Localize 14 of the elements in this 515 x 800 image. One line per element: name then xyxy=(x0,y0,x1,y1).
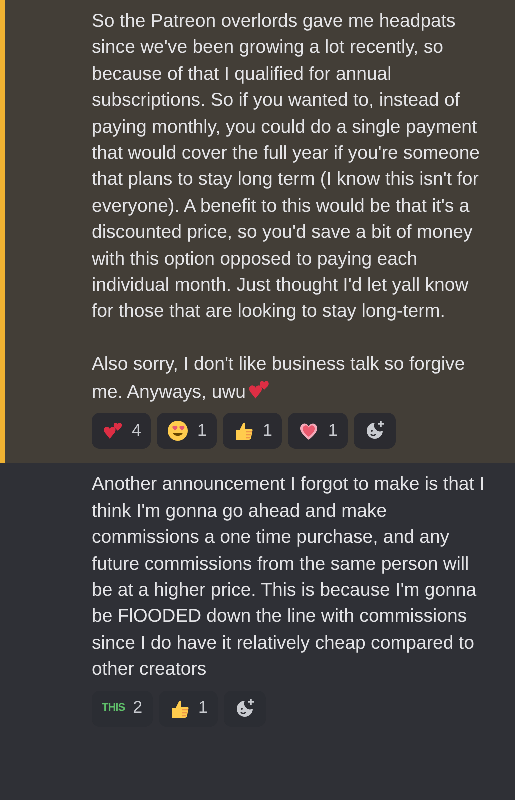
heart-eyes-face-icon xyxy=(167,420,190,442)
this-emoji: THIS xyxy=(102,701,126,716)
reaction-button[interactable]: 1 xyxy=(222,413,282,450)
reaction-button[interactable]: THIS 2 xyxy=(92,690,153,727)
message-text: Another announcement I forgot to make is that I think I'm gonna go ahead and make commissions a one time purchase, and any future commissions from the same person will be at a higher price. This is because I'm gonna be FlOODED down the line with commissions since I do have it relatively cheap compared to other creators xyxy=(92,472,486,682)
add-reaction-button[interactable] xyxy=(224,690,266,727)
add-reaction-button[interactable] xyxy=(354,413,396,450)
add-reaction-icon xyxy=(234,698,256,720)
reaction-button[interactable]: 4 xyxy=(92,413,152,450)
reaction-button[interactable]: 1 xyxy=(158,690,218,727)
reaction-button[interactable]: 1 xyxy=(288,413,348,450)
message-text: So the Patreon overlords gave me headpats since we've been growing a lot recently, so because of that I qualified for annual subscriptions. So if you wanted to, instead of paying monthly, you could do a single payment that would cover the full year if you're someone that plans to stay long term (I know this isn't for everyone). A benefit to this would be that it's a discounted price, so you'd save a bit of money with this option opposed to paying each individual month. Just thought I'd let yall know for those that are looking to stay long-term. xyxy=(92,9,482,324)
message-text: Also sorry, I don't like business talk so forgive me. Anyways, uwu xyxy=(92,352,466,404)
reaction-button[interactable]: 1 xyxy=(157,413,217,450)
